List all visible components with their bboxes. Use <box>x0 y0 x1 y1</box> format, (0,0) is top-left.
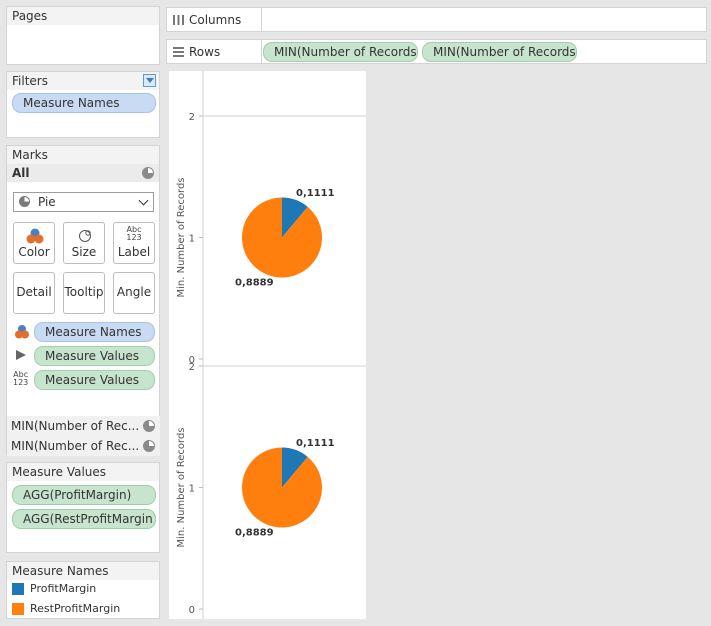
pages-card[interactable]: Pages <box>6 6 160 65</box>
rows-pill-2[interactable]: MIN(Number of Records) <box>422 42 577 62</box>
measure-values-card[interactable]: Measure Values AGG(ProfitMargin) AGG(Res… <box>6 462 160 553</box>
pie-icon <box>142 167 154 179</box>
filter-pill-measure-names[interactable]: Measure Names <box>12 93 156 113</box>
tooltip-button-label: Tooltip <box>64 285 104 299</box>
pie-icon <box>143 420 155 432</box>
columns-drop-area[interactable] <box>261 8 262 31</box>
marks-all-label: All <box>12 166 30 180</box>
color-button[interactable]: Color <box>13 222 55 264</box>
pie-data-label: 0,8889 <box>235 278 274 289</box>
size-icon <box>79 230 91 242</box>
measure-names-title: Measure Names <box>7 562 159 580</box>
marks-sub-card-label: MIN(Number of Rec... <box>11 439 140 453</box>
marks-sub-card-1[interactable]: MIN(Number of Rec... <box>7 416 160 436</box>
legend-swatch-rest-profit-margin <box>12 603 24 615</box>
view-canvas[interactable]: 2 1 0 Min. Number of Records 0,1111 0,8889 2 1 0… <box>169 71 366 619</box>
pie-slice-restprofitmargin <box>242 197 322 278</box>
y-axis-title: Min. Number of Records <box>176 177 187 297</box>
label-icon: Abc 123 <box>126 225 142 242</box>
columns-icon <box>173 15 184 25</box>
size-button[interactable]: Size <box>63 222 105 264</box>
filters-menu-dropdown[interactable] <box>143 74 156 87</box>
legend-label-profit-margin: ProfitMargin <box>30 582 97 595</box>
measure-values-title: Measure Values <box>7 463 159 481</box>
tooltip-button[interactable]: Tooltip <box>63 272 105 314</box>
rows-label: Rows <box>189 45 221 59</box>
rows-shelf[interactable]: Rows MIN(Number of Records) MIN(Number o… <box>166 39 707 64</box>
label-button[interactable]: Abc 123 Label <box>113 222 155 264</box>
legend-label-rest-profit-margin: RestProfitMargin <box>30 602 121 615</box>
measure-value-pill-rest-profit-margin[interactable]: AGG(RestProfitMargin) <box>12 509 156 529</box>
mark-type-value: Pie <box>38 195 56 209</box>
marks-sub-card-label: MIN(Number of Rec... <box>11 419 140 433</box>
pie-data-label: 0,1111 <box>296 188 335 199</box>
detail-button[interactable]: Detail <box>13 272 55 314</box>
rows-pill-1[interactable]: MIN(Number of Records) <box>263 42 418 62</box>
pie-data-label: 0,1111 <box>296 438 335 449</box>
legend-swatch-profit-margin <box>12 583 24 595</box>
marks-sub-card-2[interactable]: MIN(Number of Rec... <box>7 436 160 456</box>
rows-divider <box>261 40 262 63</box>
y-tick-label: 1 <box>189 484 195 495</box>
pie-icon <box>19 196 30 207</box>
angle-icon <box>16 350 26 360</box>
encoding-pill-measure-values-angle[interactable]: Measure Values <box>34 346 155 366</box>
pages-title: Pages <box>7 7 159 25</box>
label-icon: Abc 123 <box>13 370 29 387</box>
filters-card[interactable]: Filters Measure Names <box>6 71 160 138</box>
chevron-down-icon <box>146 78 154 83</box>
color-button-label: Color <box>18 245 50 259</box>
pie-slice-restprofitmargin <box>242 447 322 528</box>
y-tick-label: 0 <box>189 605 195 616</box>
y-axis-title: Min. Number of Records <box>176 427 187 547</box>
mark-type-select[interactable]: Pie <box>13 192 154 212</box>
size-button-label: Size <box>71 245 97 259</box>
y-tick-label: 2 <box>189 362 195 373</box>
pie-icon <box>143 440 155 452</box>
y-tick-label: 1 <box>189 234 195 245</box>
pie-chart-view[interactable]: 2 1 0 Min. Number of Records 0,1111 0,8889 2 1 0… <box>169 71 366 619</box>
encoding-pill-measure-values-label[interactable]: Measure Values <box>34 370 155 390</box>
columns-shelf[interactable]: Columns <box>166 7 707 32</box>
measure-names-legend[interactable]: Measure Names ProfitMargin RestProfitMar… <box>6 561 160 619</box>
angle-button-label: Angle <box>116 285 152 299</box>
filters-title: Filters <box>7 72 159 90</box>
color-icon <box>26 228 44 244</box>
columns-label: Columns <box>189 13 242 27</box>
marks-card: Marks All Pie Color Size Abc 123 Label De… <box>6 145 160 456</box>
y-tick-label: 2 <box>189 112 195 123</box>
marks-all-row[interactable]: All <box>7 164 159 182</box>
encoding-pill-measure-names[interactable]: Measure Names <box>34 322 155 342</box>
chevron-down-icon <box>138 195 149 206</box>
marks-title: Marks <box>7 146 159 164</box>
angle-button[interactable]: Angle <box>113 272 155 314</box>
detail-button-label: Detail <box>16 285 52 299</box>
rows-icon <box>173 47 184 57</box>
pie-data-label: 0,8889 <box>235 528 274 539</box>
measure-value-pill-profit-margin[interactable]: AGG(ProfitMargin) <box>12 485 156 505</box>
color-icon <box>15 325 29 339</box>
label-button-label: Label <box>117 245 151 259</box>
